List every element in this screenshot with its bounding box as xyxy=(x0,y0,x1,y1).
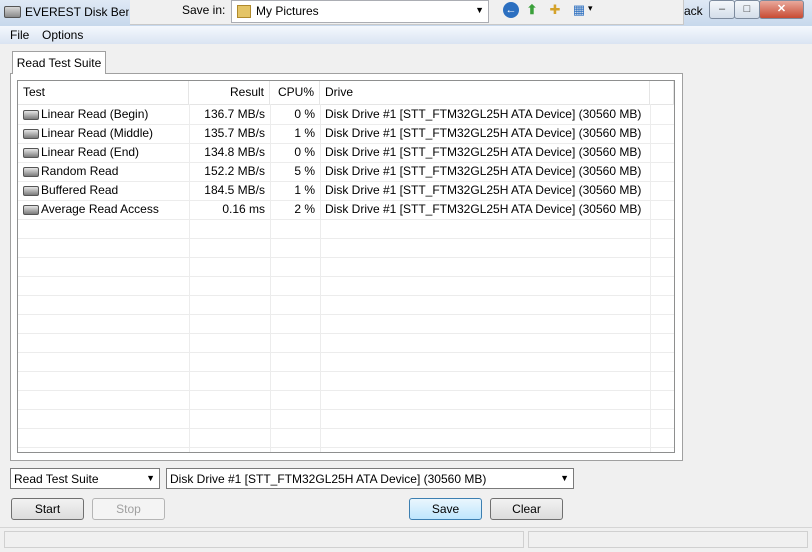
views-icon[interactable]: ▦ xyxy=(571,2,587,18)
cell-drive: Disk Drive #1 [STT_FTM32GL25H ATA Device… xyxy=(325,126,642,140)
table-row[interactable]: Linear Read (Begin) 136.7 MB/s 0 % Disk … xyxy=(18,105,674,125)
new-folder-icon[interactable]: ✚ xyxy=(547,2,563,18)
save-in-combo[interactable]: My Pictures ▼ xyxy=(231,0,489,23)
table-row[interactable]: Linear Read (End) 134.8 MB/s 0 % Disk Dr… xyxy=(18,143,674,163)
status-bar xyxy=(0,527,812,552)
window-title-fragment: ack xyxy=(684,4,703,18)
column-header-drive[interactable]: Drive xyxy=(320,81,650,104)
test-suite-select[interactable]: Read Test Suite ▼ xyxy=(10,468,160,489)
cell-test: Random Read xyxy=(41,164,119,178)
cell-result: 134.8 MB/s xyxy=(204,145,265,159)
minimize-button[interactable]: – xyxy=(709,0,735,19)
cell-drive: Disk Drive #1 [STT_FTM32GL25H ATA Device… xyxy=(325,107,642,121)
column-header-test[interactable]: Test xyxy=(18,81,189,104)
cell-test: Linear Read (Middle) xyxy=(41,126,154,140)
table-row[interactable]: Average Read Access 0.16 ms 2 % Disk Dri… xyxy=(18,200,674,220)
menu-file[interactable]: File xyxy=(10,28,29,42)
close-button[interactable]: ✕ xyxy=(759,0,804,19)
empty-row xyxy=(18,333,674,353)
chevron-down-icon[interactable]: ▼ xyxy=(560,473,569,483)
empty-row xyxy=(18,276,674,296)
table-row[interactable]: Buffered Read 184.5 MB/s 1 % Disk Drive … xyxy=(18,181,674,201)
cell-drive: Disk Drive #1 [STT_FTM32GL25H ATA Device… xyxy=(325,164,642,178)
cell-drive: Disk Drive #1 [STT_FTM32GL25H ATA Device… xyxy=(325,202,642,216)
empty-row xyxy=(18,428,674,448)
cell-cpu: 5 % xyxy=(294,164,315,178)
table-header: Test Result CPU% Drive xyxy=(18,81,674,105)
save-in-location: My Pictures xyxy=(256,4,319,18)
cell-cpu: 0 % xyxy=(294,145,315,159)
status-pane xyxy=(528,531,808,548)
table-row[interactable]: Linear Read (Middle) 135.7 MB/s 1 % Disk… xyxy=(18,124,674,144)
status-pane xyxy=(4,531,524,548)
menu-bar: File Options xyxy=(0,26,812,45)
back-icon[interactable]: ← xyxy=(503,2,519,18)
cell-result: 184.5 MB/s xyxy=(204,183,265,197)
window-title: EVEREST Disk Benchmark xyxy=(25,5,129,19)
cell-cpu: 1 % xyxy=(294,183,315,197)
column-header-cpu[interactable]: CPU% xyxy=(270,81,320,104)
cell-cpu: 1 % xyxy=(294,126,315,140)
empty-row xyxy=(18,219,674,239)
results-table[interactable]: Test Result CPU% Drive Linear Read (Begi… xyxy=(17,80,675,453)
cell-cpu: 2 % xyxy=(294,202,315,216)
save-dialog-toolbar: Save in: My Pictures ▼ ← ⬆ ✚ ▦ ▾ xyxy=(130,0,684,25)
chevron-down-icon[interactable]: ▼ xyxy=(475,5,484,15)
empty-row xyxy=(18,238,674,258)
chevron-down-icon[interactable]: ▼ xyxy=(146,473,155,483)
save-button[interactable]: Save xyxy=(409,498,482,520)
drive-select[interactable]: Disk Drive #1 [STT_FTM32GL25H ATA Device… xyxy=(166,468,574,489)
cell-test: Buffered Read xyxy=(41,183,119,197)
disk-app-icon xyxy=(4,6,21,18)
start-button[interactable]: Start xyxy=(11,498,84,520)
empty-row xyxy=(18,352,674,372)
save-in-label: Save in: xyxy=(182,3,226,17)
table-row[interactable]: Random Read 152.2 MB/s 5 % Disk Drive #1… xyxy=(18,162,674,182)
cell-cpu: 0 % xyxy=(294,107,315,121)
empty-row xyxy=(18,409,674,429)
cell-result: 152.2 MB/s xyxy=(204,164,265,178)
maximize-button[interactable]: □ xyxy=(734,0,760,19)
up-folder-icon[interactable]: ⬆ xyxy=(524,2,540,18)
column-header-filler xyxy=(650,81,674,104)
cell-result: 136.7 MB/s xyxy=(204,107,265,121)
stop-button[interactable]: Stop xyxy=(92,498,165,520)
empty-row xyxy=(18,295,674,315)
cell-result: 135.7 MB/s xyxy=(204,126,265,140)
clear-button[interactable]: Clear xyxy=(490,498,563,520)
cell-result: 0.16 ms xyxy=(222,202,265,216)
test-suite-value: Read Test Suite xyxy=(14,472,99,486)
empty-row xyxy=(18,257,674,277)
cell-drive: Disk Drive #1 [STT_FTM32GL25H ATA Device… xyxy=(325,183,642,197)
folder-icon xyxy=(237,5,251,18)
drive-value: Disk Drive #1 [STT_FTM32GL25H ATA Device… xyxy=(170,472,487,486)
cell-test: Linear Read (Begin) xyxy=(41,107,149,121)
empty-row xyxy=(18,390,674,410)
empty-row xyxy=(18,371,674,391)
cell-test: Average Read Access xyxy=(41,202,159,216)
cell-drive: Disk Drive #1 [STT_FTM32GL25H ATA Device… xyxy=(325,145,642,159)
empty-row xyxy=(18,314,674,334)
column-header-result[interactable]: Result xyxy=(189,81,270,104)
tab-read-test-suite[interactable]: Read Test Suite xyxy=(12,51,106,74)
views-chevron-icon[interactable]: ▾ xyxy=(588,3,593,14)
menu-options[interactable]: Options xyxy=(42,28,83,42)
cell-test: Linear Read (End) xyxy=(41,145,140,159)
